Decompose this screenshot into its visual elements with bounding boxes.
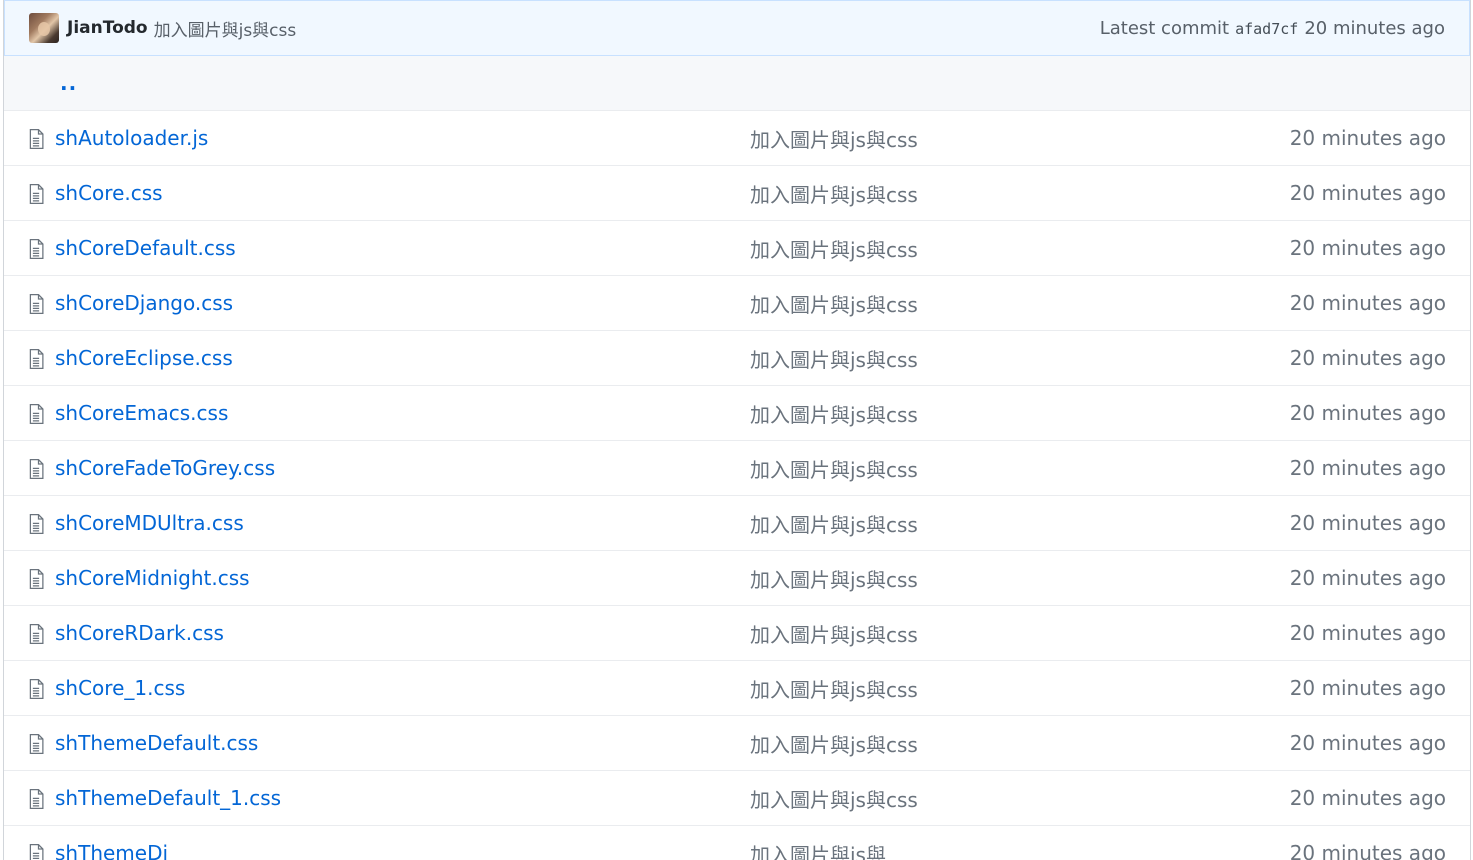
file-row[interactable]: shCoreEclipse.css 加入圖片與js與css 20 minutes a… — [4, 331, 1470, 386]
file-commit-age: 20 minutes ago — [1290, 786, 1446, 810]
file-commit-message-link[interactable]: 加入圖片與js與css — [750, 234, 918, 263]
file-name-link[interactable]: shCoreEclipse.css — [55, 346, 233, 370]
file-name-link[interactable]: shCoreDefault.css — [55, 236, 236, 260]
parent-directory-link[interactable]: .. — [60, 71, 77, 95]
file-name-link[interactable]: shCore_1.css — [55, 676, 185, 700]
file-row[interactable]: shThemeDefault.css 加入圖片與js與css 20 minutes … — [4, 716, 1470, 771]
file-commit-message-link[interactable]: 加入圖片與js與css — [750, 289, 918, 318]
latest-commit-info: Latest commit afad7cf 20 minutes ago — [1100, 18, 1445, 39]
file-commit-age: 20 minutes ago — [1290, 511, 1446, 535]
file-commit-age: 20 minutes ago — [1290, 676, 1446, 700]
file-commit-message-link[interactable]: 加入圖片與js與css — [750, 729, 918, 758]
file-icon — [27, 129, 45, 149]
latest-commit-bar: JianTodo 加入圖片與js與css Latest commit afad7c… — [4, 0, 1470, 56]
commit-message-link[interactable]: 加入圖片與js與css — [154, 16, 297, 41]
file-row[interactable]: shCoreDjango.css 加入圖片與js與css 20 minutes ag… — [4, 276, 1470, 331]
file-commit-age: 20 minutes ago — [1290, 621, 1446, 645]
parent-directory-row[interactable]: .. — [4, 56, 1470, 111]
commit-age: 20 minutes ago — [1304, 18, 1445, 39]
file-list: shAutoloader.js 加入圖片與js與css 20 minutes ago… — [4, 111, 1470, 860]
file-commit-message-link[interactable]: 加入圖片與js與css — [750, 344, 918, 373]
file-name-link[interactable]: shAutoloader.js — [55, 126, 208, 150]
file-icon — [27, 514, 45, 534]
commit-author-link[interactable]: JianTodo — [67, 18, 148, 38]
file-name-link[interactable]: shThemeDefault.css — [55, 731, 258, 755]
file-row[interactable]: shCore_1.css 加入圖片與js與css 20 minutes ago — [4, 661, 1470, 716]
file-row[interactable]: shThemeDefault_1.css 加入圖片與js與css 20 minute… — [4, 771, 1470, 826]
file-commit-message-link[interactable]: 加入圖片與js與 — [750, 839, 886, 860]
file-row[interactable]: shCoreRDark.css 加入圖片與js與css 20 minutes ago — [4, 606, 1470, 661]
file-commit-age: 20 minutes ago — [1290, 456, 1446, 480]
file-commit-age: 20 minutes ago — [1290, 401, 1446, 425]
author-avatar[interactable] — [29, 13, 59, 43]
file-browser: JianTodo 加入圖片與js與css Latest commit afad7c… — [3, 0, 1471, 860]
file-icon — [27, 844, 45, 860]
file-commit-age: 20 minutes ago — [1290, 346, 1446, 370]
file-row[interactable]: shCoreEmacs.css 加入圖片與js與css 20 minutes ago — [4, 386, 1470, 441]
file-row[interactable]: shCoreMDUltra.css 加入圖片與js與css 20 minutes a… — [4, 496, 1470, 551]
file-commit-message-link[interactable]: 加入圖片與js與css — [750, 509, 918, 538]
file-row[interactable]: shCoreMidnight.css 加入圖片與js與css 20 minutes … — [4, 551, 1470, 606]
file-row[interactable]: shCoreDefault.css 加入圖片與js與css 20 minutes a… — [4, 221, 1470, 276]
file-icon — [27, 679, 45, 699]
file-commit-message-link[interactable]: 加入圖片與js與css — [750, 179, 918, 208]
latest-commit-label: Latest commit — [1100, 18, 1229, 39]
file-commit-age: 20 minutes ago — [1290, 731, 1446, 755]
file-commit-age: 20 minutes ago — [1290, 181, 1446, 205]
file-icon — [27, 569, 45, 589]
file-commit-message-link[interactable]: 加入圖片與js與css — [750, 564, 918, 593]
file-commit-message-link[interactable]: 加入圖片與js與css — [750, 619, 918, 648]
file-name-link[interactable]: shCoreMDUltra.css — [55, 511, 244, 535]
file-name-link[interactable]: shThemeDefault_1.css — [55, 786, 281, 810]
file-row[interactable]: shCoreFadeToGrey.css 加入圖片與js與css 20 minute… — [4, 441, 1470, 496]
file-row[interactable]: shCore.css 加入圖片與js與css 20 minutes ago — [4, 166, 1470, 221]
file-icon — [27, 404, 45, 424]
file-commit-message-link[interactable]: 加入圖片與js與css — [750, 399, 918, 428]
file-name-link[interactable]: shCoreMidnight.css — [55, 566, 250, 590]
file-row[interactable]: shAutoloader.js 加入圖片與js與css 20 minutes ago — [4, 111, 1470, 166]
file-icon — [27, 459, 45, 479]
file-name-link[interactable]: shCoreFadeToGrey.css — [55, 456, 275, 480]
file-icon — [27, 184, 45, 204]
file-icon — [27, 294, 45, 314]
file-icon — [27, 624, 45, 644]
file-commit-message-link[interactable]: 加入圖片與js與css — [750, 124, 918, 153]
file-name-link[interactable]: shCoreDjango.css — [55, 291, 233, 315]
commit-sha-link[interactable]: afad7cf — [1235, 20, 1298, 38]
file-name-link[interactable]: shCoreRDark.css — [55, 621, 224, 645]
file-commit-message-link[interactable]: 加入圖片與js與css — [750, 784, 918, 813]
file-commit-age: 20 minutes ago — [1290, 566, 1446, 590]
file-name-link[interactable]: shCore.css — [55, 181, 163, 205]
file-row[interactable]: shThemeDj加入圖片與js與20 minutes ago — [4, 826, 1470, 860]
file-icon — [27, 349, 45, 369]
file-icon — [27, 239, 45, 259]
file-commit-age: 20 minutes ago — [1290, 291, 1446, 315]
file-commit-message-link[interactable]: 加入圖片與js與css — [750, 454, 918, 483]
file-commit-age: 20 minutes ago — [1290, 236, 1446, 260]
file-icon — [27, 789, 45, 809]
file-name-link[interactable]: shCoreEmacs.css — [55, 401, 228, 425]
file-icon — [27, 734, 45, 754]
file-commit-message-link[interactable]: 加入圖片與js與css — [750, 674, 918, 703]
file-commit-age: 20 minutes ago — [1290, 126, 1446, 150]
